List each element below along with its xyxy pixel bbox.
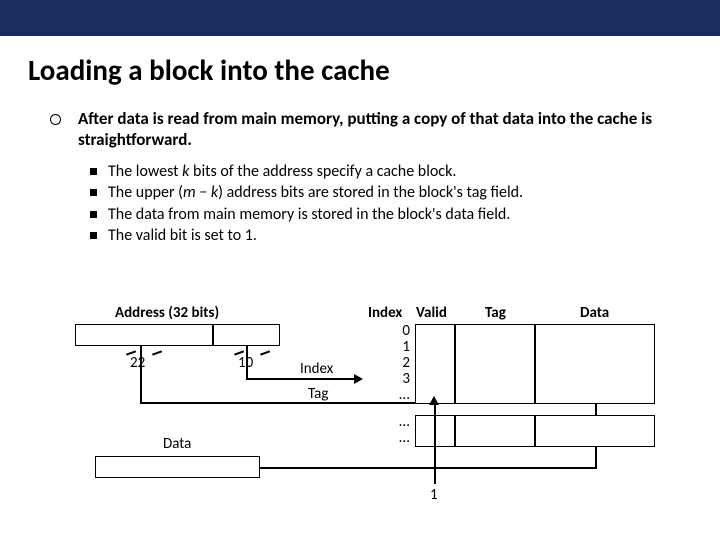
- hdr-index: Index: [368, 304, 402, 322]
- tick-4: [260, 350, 270, 355]
- col-tag-top: [455, 324, 535, 404]
- hdr-tag: Tag: [485, 304, 506, 322]
- tag-bits-label: 22: [130, 354, 145, 372]
- diagram-area: Address (32 bits) 22 10 Index Tag Data I…: [0, 300, 720, 530]
- wire-index-h: [246, 378, 354, 380]
- col-valid-top: [415, 324, 455, 404]
- valid-one: 1: [430, 486, 438, 504]
- address-label: Address (32 bits): [115, 304, 219, 322]
- wire-tag-v: [140, 346, 142, 402]
- col-tag-bot: [455, 415, 535, 447]
- row-6: ...: [390, 429, 410, 447]
- arrowhead-index: [354, 374, 363, 384]
- sub-bullet-4: The valid bit is set to 1.: [90, 225, 680, 247]
- sub-bullet-3: The data from main memory is stored in t…: [90, 204, 680, 226]
- address-divider: [212, 324, 214, 346]
- wire-index-v: [246, 346, 248, 378]
- hdr-data: Data: [580, 304, 609, 322]
- sub-bullet-list: The lowest k bits of the address specify…: [60, 161, 680, 247]
- row-4: ...: [390, 386, 410, 404]
- data-box: [95, 456, 260, 478]
- sub-bullet-1: The lowest k bits of the address specify…: [90, 161, 680, 183]
- slide-title: Loading a block into the cache: [0, 36, 720, 98]
- wire-valid-v: [434, 404, 436, 484]
- tick-2: [152, 350, 162, 355]
- hdr-valid: Valid: [416, 304, 447, 322]
- wire-data-h: [260, 467, 595, 469]
- data-box-label: Data: [163, 435, 191, 453]
- col-data-bot: [535, 415, 655, 447]
- content-area: After data is read from main memory, put…: [0, 98, 720, 247]
- index-wire-label: Index: [300, 360, 333, 378]
- col-data-top: [535, 324, 655, 404]
- tag-wire-label: Tag: [308, 385, 328, 403]
- sub-bullet-2: The upper (m − k) address bits are store…: [90, 182, 680, 204]
- top-banner: [0, 0, 720, 36]
- main-bullet: After data is read from main memory, put…: [60, 108, 680, 151]
- arrowhead-valid: [429, 396, 439, 405]
- address-box: [75, 324, 280, 346]
